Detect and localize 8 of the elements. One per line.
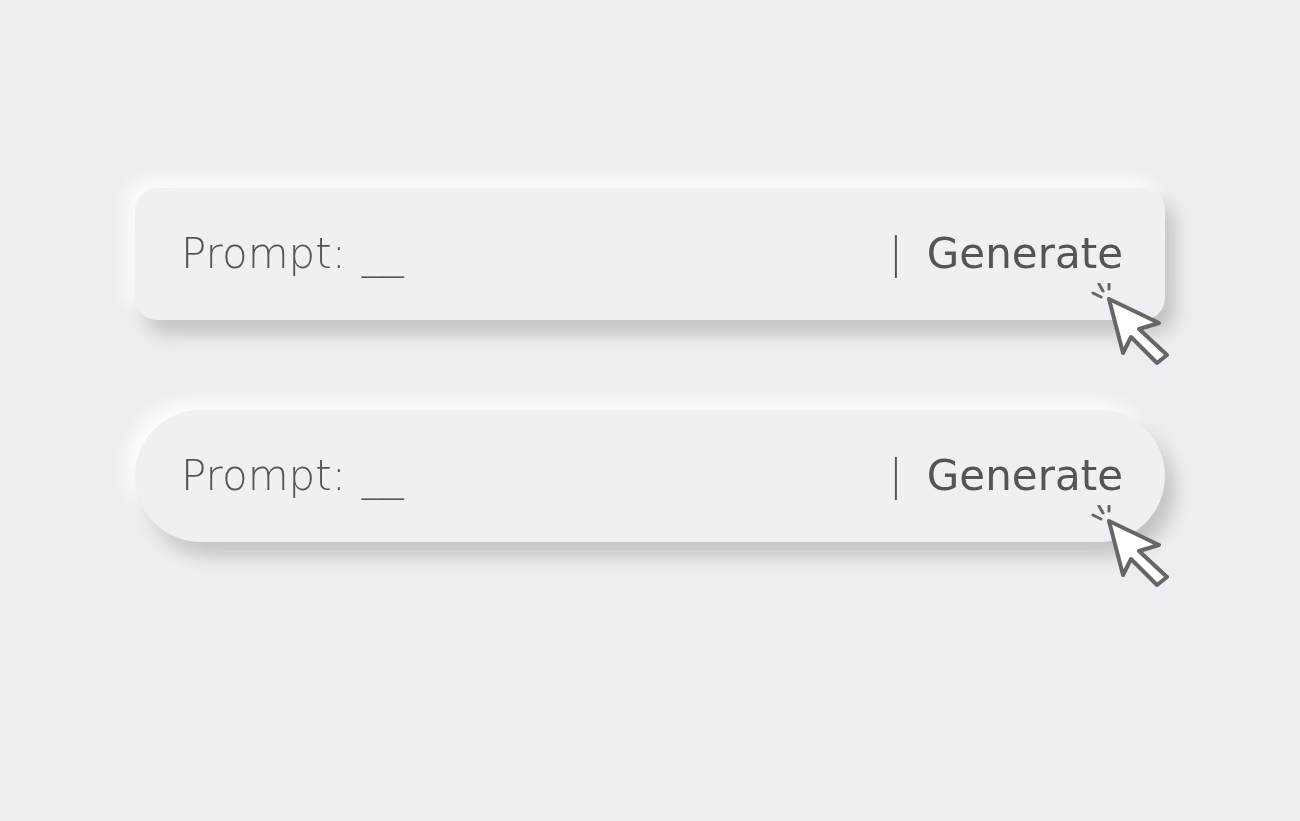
generate-button[interactable]: Generate <box>926 450 1123 502</box>
divider-mark: | <box>888 450 903 502</box>
blank-line: __ <box>361 450 404 502</box>
generate-button[interactable]: Generate <box>926 228 1123 280</box>
divider-mark: | <box>888 228 903 280</box>
prompt-label: Prompt: <box>181 450 346 502</box>
blank-line: __ <box>361 228 404 280</box>
prompt-label: Prompt: <box>181 228 346 280</box>
